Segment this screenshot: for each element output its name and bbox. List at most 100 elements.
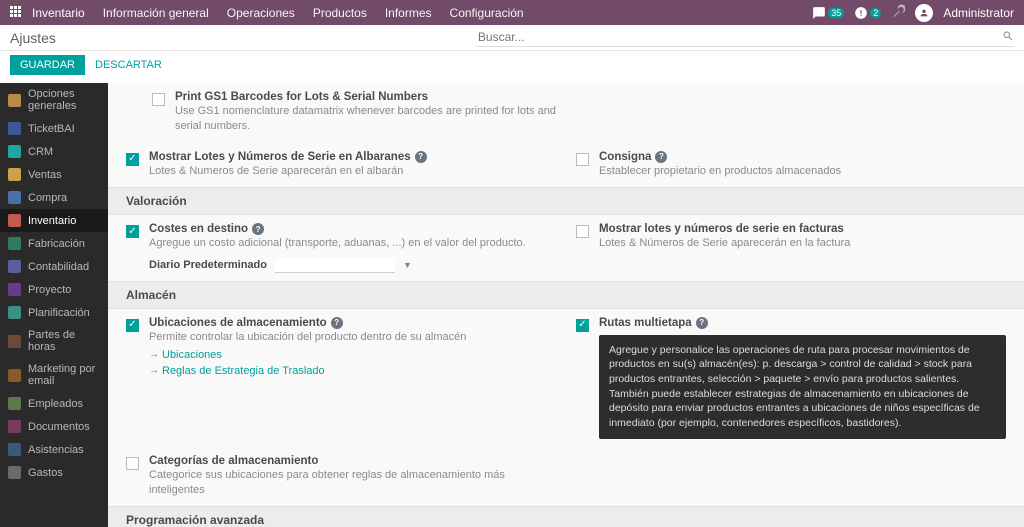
section-almacen: Almacén [108,281,1024,309]
messages-icon[interactable]: 35 [812,6,844,20]
sidebar-item-compra[interactable]: Compra [0,186,108,209]
chk-mostrar-facturas[interactable] [576,225,589,238]
sidebar-item-empleados[interactable]: Empleados [0,392,108,415]
lbl-gs1: Print GS1 Barcodes for Lots & Serial Num… [175,91,569,103]
tooltip-rutas: Agregue y personalice las operaciones de… [599,335,1006,439]
sidebar-item-label: Contabilidad [28,261,89,273]
user-name[interactable]: Administrator [943,6,1014,20]
chk-ubicaciones[interactable] [126,319,139,332]
sidebar-item-ticketbai[interactable]: TicketBAI [0,117,108,140]
chk-categorias[interactable] [126,457,139,470]
lbl-costes: Costes en destino [149,223,248,235]
module-icon [8,94,21,107]
lbl-mostrar-albaranes: Mostrar Lotes y Números de Serie en Alba… [149,151,411,163]
lbl-rutas: Rutas multietapa [599,317,692,329]
desc-consigna: Establecer propietario en productos alma… [599,164,1006,179]
sidebar-item-label: Proyecto [28,284,71,296]
desc-categorias: Categorice sus ubicaciones para obtener … [149,468,556,499]
sidebar-item-contabilidad[interactable]: Contabilidad [0,255,108,278]
chk-gs1[interactable] [152,93,165,106]
avatar[interactable] [915,4,933,22]
activities-count: 2 [870,8,881,18]
sidebar-item-label: Partes de horas [28,329,100,353]
help-icon[interactable]: ? [655,151,667,163]
sidebar-item-label: Documentos [28,421,90,433]
module-icon [8,168,21,181]
menu-products[interactable]: Productos [313,6,367,20]
link-reglas[interactable]: Reglas de Estrategia de Traslado [149,365,325,377]
sidebar-item-label: Opciones generales [28,88,100,112]
lbl-ubicaciones: Ubicaciones de almacenamiento [149,317,327,329]
action-bar: GUARDAR DESCARTAR [0,51,1024,83]
sidebar-item-gastos[interactable]: Gastos [0,461,108,484]
lbl-categorias: Categorías de almacenamiento [149,455,556,467]
module-icon [8,335,21,348]
sidebar-item-label: Compra [28,192,67,204]
sidebar-item-label: Asistencias [28,444,84,456]
sidebar-item-label: Marketing por email [28,363,100,387]
discard-button[interactable]: DESCARTAR [95,59,162,71]
menu-operations[interactable]: Operaciones [227,6,295,20]
control-panel: Ajustes [0,25,1024,51]
help-icon[interactable]: ? [331,317,343,329]
sidebar-item-documentos[interactable]: Documentos [0,415,108,438]
module-icon [8,443,21,456]
module-icon [8,397,21,410]
sidebar-item-opciones-generales[interactable]: Opciones generales [0,83,108,117]
lbl-diario: Diario Predeterminado [149,259,267,271]
debug-icon[interactable] [891,4,905,21]
chk-consigna[interactable] [576,153,589,166]
help-icon[interactable]: ? [696,317,708,329]
desc-ubicaciones: Permite controlar la ubicación del produ… [149,330,556,345]
module-icon [8,283,21,296]
sidebar-item-partes-de-horas[interactable]: Partes de horas [0,324,108,358]
sidebar-item-marketing-por-email[interactable]: Marketing por email [0,358,108,392]
sidebar-item-label: Empleados [28,398,83,410]
desc-mostrar-facturas: Lotes & Números de Serie aparecerán en l… [599,236,1006,251]
menu-overview[interactable]: Información general [103,6,209,20]
caret-icon[interactable]: ▼ [403,260,412,270]
sidebar-item-label: CRM [28,146,53,158]
save-button[interactable]: GUARDAR [10,55,85,75]
module-icon [8,260,21,273]
sidebar-item-proyecto[interactable]: Proyecto [0,278,108,301]
sidebar-item-label: Gastos [28,467,63,479]
sidebar-item-asistencias[interactable]: Asistencias [0,438,108,461]
chk-rutas[interactable] [576,319,589,332]
sidebar-item-label: Ventas [28,169,62,181]
input-diario[interactable] [275,258,395,273]
messages-count: 35 [828,8,844,18]
module-icon [8,466,21,479]
search-input[interactable] [476,28,1014,47]
menu-config[interactable]: Configuración [450,6,524,20]
top-menu: Información general Operaciones Producto… [103,6,813,20]
section-programacion: Programación avanzada [108,506,1024,527]
desc-mostrar-albaranes: Lotes & Numeros de Serie aparecerán en e… [149,164,556,179]
help-icon[interactable]: ? [252,223,264,235]
lbl-mostrar-facturas: Mostrar lotes y números de serie en fact… [599,223,1006,235]
module-icon [8,306,21,319]
help-icon[interactable]: ? [415,151,427,163]
sidebar-item-label: Inventario [28,215,76,227]
search-icon[interactable] [1002,30,1014,45]
link-ubicaciones[interactable]: Ubicaciones [149,349,222,361]
desc-gs1: Use GS1 nomenclature datamatrix whenever… [175,104,569,135]
sidebar-item-label: Planificación [28,307,90,319]
sidebar-item-crm[interactable]: CRM [0,140,108,163]
sidebar-item-label: TicketBAI [28,123,75,135]
apps-icon[interactable] [10,6,24,20]
chk-mostrar-albaranes[interactable] [126,153,139,166]
sidebar-item-planificación[interactable]: Planificación [0,301,108,324]
module-icon [8,237,21,250]
settings-sidebar: Opciones generales TicketBAI CRM Ventas Comp… [0,83,108,527]
settings-content: Print GS1 Barcodes for Lots & Serial Num… [108,83,1024,527]
app-brand[interactable]: Inventario [32,6,85,20]
sidebar-item-fabricación[interactable]: Fabricación [0,232,108,255]
sidebar-item-ventas[interactable]: Ventas [0,163,108,186]
chk-costes[interactable] [126,225,139,238]
sidebar-item-inventario[interactable]: Inventario [0,209,108,232]
module-icon [8,420,21,433]
sidebar-item-label: Fabricación [28,238,85,250]
activities-icon[interactable]: 2 [854,6,881,20]
menu-reports[interactable]: Informes [385,6,432,20]
